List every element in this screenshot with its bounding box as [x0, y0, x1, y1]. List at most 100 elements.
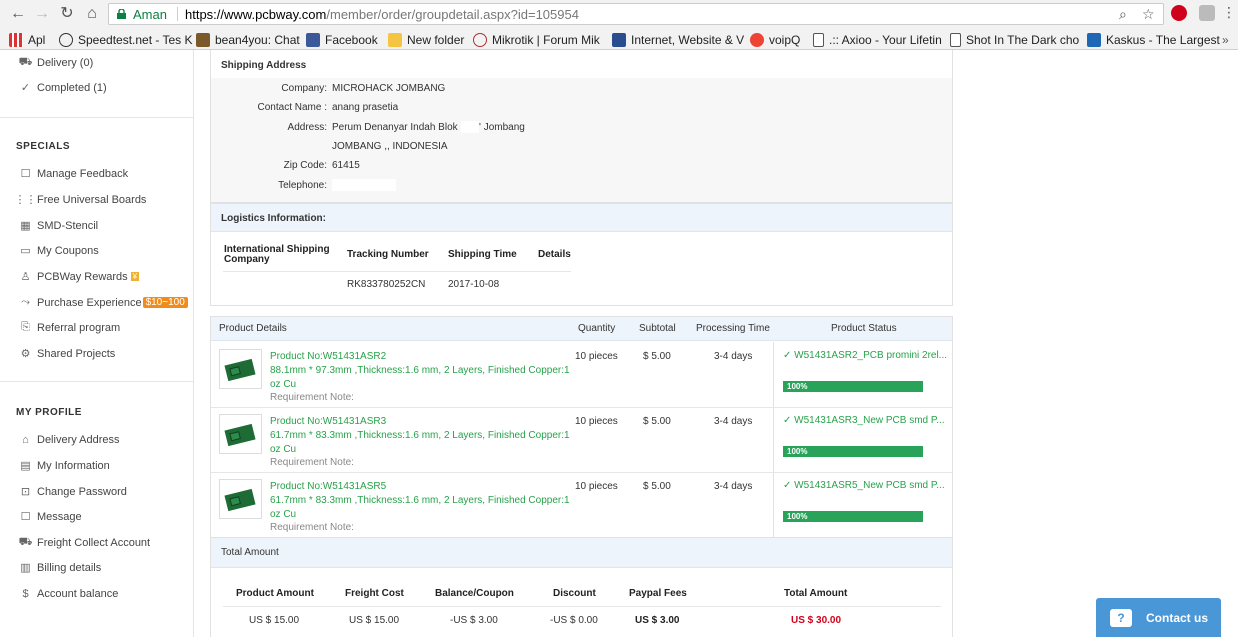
progress-label: 100%: [787, 447, 808, 456]
speedtest-icon: [59, 32, 73, 47]
sidebar-item-label: Referral program: [37, 321, 121, 334]
product-number-link[interactable]: Product No:W51431ASR2: [270, 351, 386, 362]
bookmark-item[interactable]: Shot In The Dark cho: [950, 32, 1079, 47]
sidebar-item-label: My Information: [37, 459, 110, 472]
site-icon: [612, 32, 626, 47]
sidebar-item-delivery[interactable]: ⛟ Delivery (0): [19, 56, 94, 69]
product-thumbnail[interactable]: [219, 349, 262, 389]
sidebar-item-account-balance[interactable]: $ Account balance: [19, 587, 118, 600]
col-product-status: Product Status: [831, 323, 897, 334]
sidebar-item-smd-stencil[interactable]: ▦ SMD-Stencil: [19, 219, 98, 233]
requirement-note: Requirement Note:: [270, 522, 354, 533]
total-amount-value: US $ 30.00: [791, 615, 842, 626]
col-product-amount: Product Amount: [236, 588, 314, 599]
sidebar-item-purchase-experience[interactable]: ⤳ Purchase Experience $10~100: [19, 296, 188, 309]
forward-icon[interactable]: →: [32, 4, 52, 24]
quantity-value: 10 pieces: [575, 351, 618, 362]
product-status[interactable]: ✓ W51431ASR3_New PCB smd P...: [783, 415, 945, 426]
address-value-country: JOMBANG ,, INDONESIA: [332, 141, 448, 152]
my-profile-heading: MY PROFILE: [16, 407, 82, 418]
sidebar-item-label: Free Universal Boards: [37, 193, 147, 206]
divider: [0, 381, 194, 382]
sidebar-item-free-boards[interactable]: ⋮⋮ Free Universal Boards: [14, 193, 147, 207]
bookmark-item[interactable]: Speedtest.net - Tes K: [59, 32, 193, 47]
bookmark-item[interactable]: bean4you: Chat: [196, 32, 300, 47]
bookmark-item[interactable]: Internet, Website & V: [612, 32, 744, 47]
star-icon[interactable]: ☆: [1142, 6, 1155, 23]
menu-icon[interactable]: ⋮: [1222, 4, 1236, 21]
bookmark-item[interactable]: Mikrotik | Forum Mik: [473, 32, 600, 47]
secure-label: Aman: [133, 7, 167, 22]
col-shipping-time: Shipping Time: [448, 249, 517, 260]
page-icon: [813, 32, 824, 47]
product-status[interactable]: ✓ W51431ASR2_PCB promini 2rel...: [783, 350, 947, 361]
bookmark-item[interactable]: .:: Axioo - Your Lifetin: [813, 32, 942, 47]
bookmark-label: Mikrotik | Forum Mik: [492, 32, 600, 47]
contact-us-button[interactable]: ? Contact us: [1096, 598, 1221, 637]
sidebar-item-manage-feedback[interactable]: ☐ Manage Feedback: [19, 167, 129, 181]
bookmark-label: voipQ: [769, 32, 801, 47]
reward-icon: ♙: [20, 271, 31, 283]
home-icon[interactable]: ⌂: [82, 4, 102, 24]
url-text[interactable]: https://www.pcbway.com/member/order/grou…: [185, 7, 579, 22]
product-thumbnail[interactable]: [219, 479, 262, 519]
sidebar-item-delivery-address[interactable]: ⌂ Delivery Address: [19, 433, 120, 446]
product-status[interactable]: ✓ W51431ASR5_New PCB smd P...: [783, 480, 945, 491]
col-processing-time: Processing Time: [696, 323, 770, 334]
reload-icon[interactable]: ↻: [57, 4, 77, 24]
product-number-link[interactable]: Product No:W51431ASR5: [270, 481, 386, 492]
sidebar-item-completed[interactable]: ✓ Completed (1): [19, 81, 107, 95]
product-spec-cont: oz Cu: [270, 509, 297, 520]
subtotal-value: $ 5.00: [643, 416, 671, 427]
back-icon[interactable]: ←: [8, 4, 28, 24]
voipq-icon: [750, 32, 764, 47]
more-bookmarks-icon[interactable]: »: [1222, 32, 1229, 47]
url-path: /member/order/groupdetail.aspx?id=105954: [326, 7, 579, 22]
grid-icon: ⋮⋮: [14, 194, 37, 206]
col-discount: Discount: [553, 588, 596, 599]
sidebar-item-label: Change Password: [37, 485, 127, 498]
divider: [211, 472, 952, 473]
sidebar-item-message[interactable]: ☐ Message: [19, 510, 82, 524]
sidebar-item-label: Billing details: [37, 561, 102, 574]
sidebar-item-shared-projects[interactable]: ⚙ Shared Projects: [19, 347, 116, 361]
sidebar-item-change-password[interactable]: ⊡ Change Password: [19, 485, 127, 499]
sidebar-item-label: Delivery (0): [37, 56, 94, 69]
zoom-icon[interactable]: ⌕: [1119, 6, 1127, 23]
sidebar-item-label: Delivery Address: [37, 433, 120, 446]
bookmark-item[interactable]: Apl: [9, 32, 45, 47]
adblock-icon[interactable]: [1171, 5, 1187, 21]
address-value-city: ' Jombang: [479, 122, 525, 133]
discount-value: -US $ 0.00: [550, 615, 598, 626]
browser-toolbar: ← → ↻ ⌂ Aman https://www.pcbway.com/memb…: [0, 0, 1238, 28]
sidebar-item-referral[interactable]: ⎘ Referral program: [19, 321, 120, 334]
url-host: https://www.pcbway.com: [185, 7, 327, 22]
dollar-icon: $: [22, 587, 29, 600]
product-thumbnail[interactable]: [219, 414, 262, 454]
requirement-note: Requirement Note:: [270, 392, 354, 403]
requirement-note: Requirement Note:: [270, 457, 354, 468]
product-number-link[interactable]: Product No:W51431ASR3: [270, 416, 386, 427]
sidebar-item-rewards[interactable]: ♙ PCBWay Rewards ¥: [19, 270, 140, 283]
shipping-time-value: 2017-10-08: [448, 279, 500, 290]
product-spec-cont: oz Cu: [270, 379, 297, 390]
bookmark-item[interactable]: voipQ: [750, 32, 800, 47]
sidebar-item-my-information[interactable]: ▤ My Information: [19, 459, 110, 473]
bookmark-item[interactable]: New folder: [388, 32, 464, 47]
sidebar-item-label: Shared Projects: [37, 347, 116, 360]
sidebar-item-label: Completed (1): [37, 81, 107, 94]
billing-icon: ▥: [20, 562, 31, 574]
address-bar[interactable]: Aman https://www.pcbway.com/member/order…: [108, 3, 1164, 25]
sidebar-item-my-coupons[interactable]: ▭ My Coupons: [19, 244, 99, 258]
bookmark-item[interactable]: Kaskus - The Largest: [1087, 32, 1220, 47]
sidebar-item-billing[interactable]: ▥ Billing details: [19, 561, 102, 575]
bookmark-label: New folder: [407, 32, 465, 47]
extension-icon[interactable]: [1199, 5, 1215, 21]
specials-heading: SPECIALS: [16, 141, 71, 152]
info-doc-icon: ▤: [20, 460, 31, 472]
sidebar-item-freight-collect[interactable]: ⛟ Freight Collect Account: [19, 536, 151, 549]
sidebar-item-label: My Coupons: [37, 244, 99, 257]
sidebar-item-label: PCBWay Rewards: [37, 270, 128, 283]
bookmark-item[interactable]: Facebook: [306, 32, 378, 47]
quantity-value: 10 pieces: [575, 416, 618, 427]
